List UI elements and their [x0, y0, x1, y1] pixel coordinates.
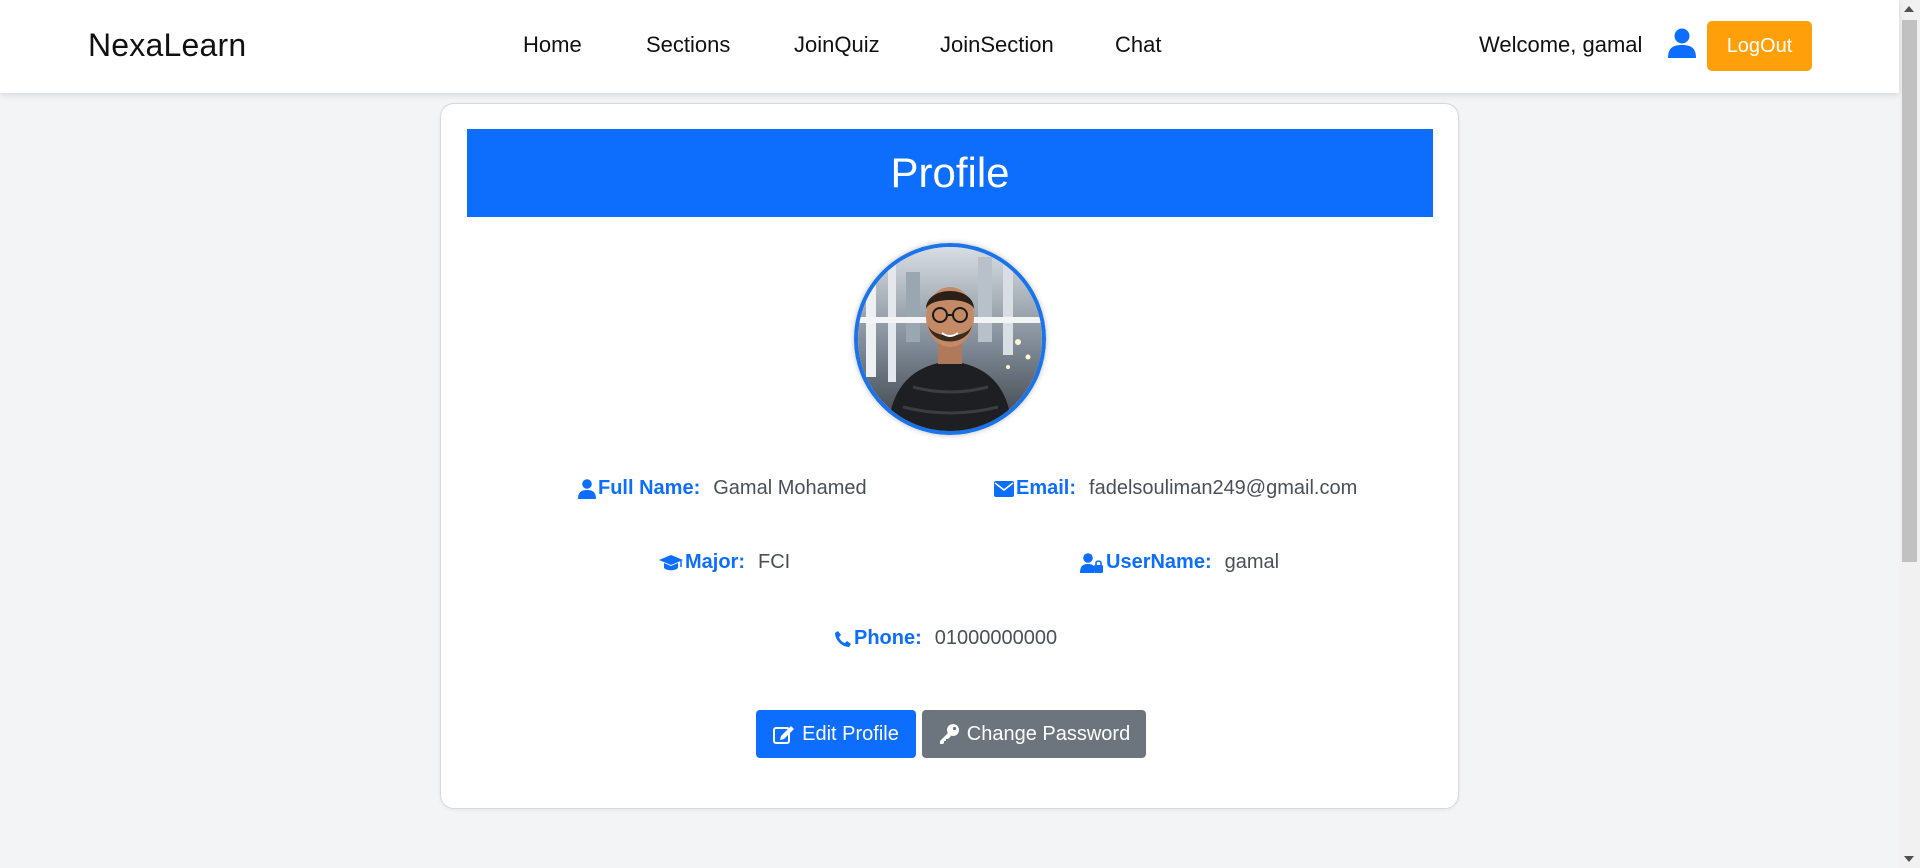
nav-sections[interactable]: Sections	[646, 32, 730, 58]
username-label: UserName:	[1106, 551, 1212, 573]
nav-home[interactable]: Home	[523, 32, 582, 58]
field-email: Email: fadelsouliman249@gmail.com	[994, 477, 1357, 500]
top-navbar: NexaLearn Home Sections JoinQuiz JoinSec…	[0, 0, 1899, 93]
edit-profile-button[interactable]: Edit Profile	[756, 710, 916, 758]
brand-logo[interactable]: NexaLearn	[88, 27, 246, 64]
change-password-button[interactable]: Change Password	[922, 710, 1146, 758]
graduation-cap-icon	[659, 554, 683, 570]
scroll-thumb[interactable]	[1902, 20, 1917, 562]
email-value: fadelsouliman249@gmail.com	[1089, 477, 1358, 499]
major-value: FCI	[758, 551, 791, 573]
nav-joinsection[interactable]: JoinSection	[940, 32, 1054, 58]
welcome-text: Welcome, gamal	[1479, 32, 1643, 57]
edit-profile-label: Edit Profile	[802, 722, 899, 745]
field-full-name: Full Name: Gamal Mohamed	[578, 477, 867, 500]
user-icon	[578, 478, 596, 499]
nav-joinquiz[interactable]: JoinQuiz	[794, 32, 880, 58]
nav-chat[interactable]: Chat	[1115, 32, 1161, 58]
email-label: Email:	[1016, 477, 1077, 499]
envelope-icon	[994, 480, 1014, 497]
page-scrollbar[interactable]	[1899, 0, 1920, 868]
logout-button[interactable]: LogOut	[1707, 21, 1812, 71]
username-value: gamal	[1224, 551, 1280, 573]
profile-title: Profile	[890, 149, 1010, 196]
edit-icon	[773, 726, 795, 744]
user-lock-icon	[1080, 552, 1103, 573]
profile-header: Profile	[467, 129, 1433, 217]
user-icon[interactable]	[1668, 28, 1696, 58]
scroll-up-arrow-icon[interactable]	[1904, 6, 1914, 12]
profile-card: Profile Full Name: Gamal Mohamed Email: …	[440, 103, 1459, 809]
scroll-down-arrow-icon[interactable]	[1904, 856, 1914, 862]
major-label: Major:	[685, 551, 745, 573]
profile-avatar	[854, 243, 1046, 435]
field-phone: Phone: 01000000000	[834, 627, 1057, 650]
phone-icon	[835, 630, 851, 647]
key-icon	[939, 724, 959, 744]
phone-value: 01000000000	[934, 627, 1058, 649]
full-name-label: Full Name:	[598, 477, 701, 499]
change-password-label: Change Password	[966, 722, 1131, 745]
avatar-photo	[858, 247, 1042, 431]
field-major: Major: FCI	[659, 551, 790, 574]
full-name-value: Gamal Mohamed	[713, 477, 867, 499]
phone-label: Phone:	[854, 627, 922, 649]
field-username: UserName: gamal	[1080, 551, 1279, 574]
